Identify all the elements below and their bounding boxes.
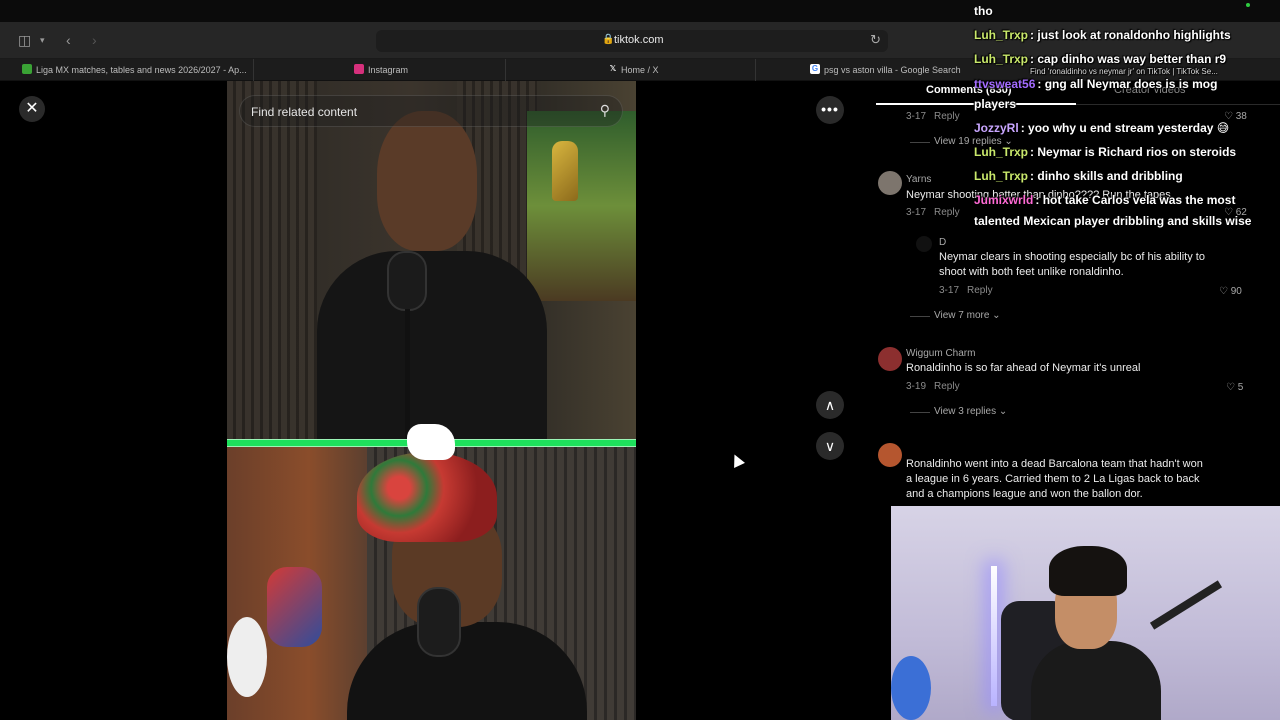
host-body [317,251,547,451]
comment-text: Ronaldinho is so far ahead of Neymar it'… [906,362,1141,374]
chat-username: Luh_Trxp [974,52,1029,66]
microphone [387,251,427,311]
tab-instagram[interactable]: Instagram [254,59,506,81]
football [891,656,931,720]
avatar[interactable] [878,347,902,371]
comment-username[interactable]: Yarns [906,174,931,185]
tab-label: Liga MX matches, tables and news 2026/20… [36,65,247,75]
comment-text: Ronaldinho went into a dead Barcalona te… [906,458,1203,500]
like-count: 90 [1230,286,1242,297]
like-count: 5 [1237,382,1244,393]
comment-text: Neymar clears in shooting especially bc … [939,251,1205,278]
avatar[interactable] [878,443,902,467]
chat-message: Luh_Trxp: just look at ronaldonho highli… [974,28,1231,42]
close-button[interactable]: ✕ [19,96,45,122]
chat-username: Luh_Trxp [974,28,1029,42]
comment-date: 3-17 [906,207,927,218]
tab-label: Instagram [368,65,409,75]
goalkeeper-gloves [267,567,322,647]
chat-message: Jumixwrld: hot take Carlos vela was the … [974,193,1236,207]
chevron-down-icon[interactable]: ▾ [40,32,45,48]
sidebar-toggle-icon[interactable]: ◫ [18,32,31,48]
chat-text: Neymar is Richard rios on steroids [1037,145,1237,159]
football [227,617,267,697]
liga-mx-icon [22,64,32,74]
mic-stand [405,309,410,439]
tab-label: psg vs aston villa - Google Search [824,65,961,75]
lock-icon: 🔒 [602,34,615,45]
avatar[interactable] [916,236,932,252]
video-bottom-frame [227,447,636,720]
divider [910,142,930,143]
comment-username[interactable]: Wiggum Charm [906,348,975,359]
tab-x[interactable]: 𝕏 Home / X [506,59,756,81]
chat-text-continued: players [974,97,1017,111]
chat-username: Luh_Trxp [974,169,1029,183]
chat-message: ttvsweat56: gng all Neymar does is is mo… [974,77,1218,91]
host-head [377,111,477,251]
chat-text: dinho skills and dribbling [1037,169,1183,183]
like-button[interactable]: ♡ 5 [1226,382,1243,393]
streamer-body [1031,641,1161,720]
video-player[interactable]: Find related content ⚲ [227,81,636,720]
streamer-webcam [891,506,1280,720]
view-replies-label: View 3 replies [934,406,997,417]
comment-date: 3-19 [906,381,927,392]
chat-text: just look at ronaldonho highlights [1037,28,1231,42]
view-more-button[interactable]: View 7 more ⌄ [934,310,1001,321]
search-icon[interactable]: ⚲ [600,102,610,119]
comment-date: 3-17 [906,111,927,122]
chat-message: Luh_Trxp: dinho skills and dribbling [974,169,1183,183]
back-icon[interactable]: ‹ [66,32,71,48]
stream-chat-overlay: Luh_Trxp: just look at ronaldonho highli… [970,0,1280,240]
chat-username: Luh_Trxp [974,145,1029,159]
chat-message: Luh_Trxp: Neymar is Richard rios on ster… [974,145,1237,159]
tab-liga-mx[interactable]: Liga MX matches, tables and news 2026/20… [0,59,254,81]
search-placeholder: Find related content [251,105,358,119]
chat-text: hot take Carlos vela was the most [1042,193,1236,207]
mouse-cursor [729,452,745,468]
divider [910,412,930,413]
podcast-host-2 [347,447,587,720]
host-body [347,622,587,720]
forward-icon[interactable]: › [92,32,97,48]
chat-username: ttvsweat56 [974,77,1036,91]
view-replies-button[interactable]: View 3 replies ⌄ [934,406,1007,417]
reply-button[interactable]: Reply [934,381,960,392]
fist-emoji-sticker [407,424,455,460]
reply-button[interactable]: Reply [967,285,993,296]
comment-date: 3-17 [939,285,960,296]
streamer-hair [1049,546,1127,596]
x-icon: 𝕏 [609,64,617,73]
tab-label: Home / X [621,65,659,75]
video-top-frame: Find related content ⚲ [227,81,636,451]
chat-text: yoo why u end stream yesterday 😅 [1028,121,1230,135]
microphone [417,587,461,657]
chat-username: Jumixwrld [974,193,1034,207]
more-options-button[interactable]: ••• [816,96,844,124]
floral-beanie [357,452,497,542]
divider [910,316,930,317]
instagram-icon [354,64,364,74]
find-related-search[interactable]: Find related content ⚲ [239,95,623,127]
chat-text: gng all Neymar does is is mog [1044,77,1218,91]
streamer [1031,546,1161,720]
address-bar[interactable]: 🔒 tiktok.com ↻ [376,30,888,52]
chat-message: JozzyRl: yoo why u end stream yesterday … [974,121,1230,135]
view-more-label: View 7 more [934,310,990,321]
avatar[interactable] [878,171,902,195]
reload-icon[interactable]: ↻ [870,32,881,48]
address-url: tiktok.com [614,34,664,46]
google-icon: G [810,64,820,74]
previous-video-button[interactable]: ∧ [816,391,844,419]
chat-username: JozzyRl [974,121,1019,135]
next-video-button[interactable]: ∨ [816,432,844,460]
comment-username[interactable]: D [939,237,946,248]
golden-boot-trophy [552,141,578,201]
chat-text-continued: talented Mexican player dribbling and sk… [974,214,1252,228]
reply-button[interactable]: Reply [934,207,960,218]
led-light-bar [991,566,997,706]
like-button[interactable]: ♡ 90 [1219,286,1242,297]
reply-button[interactable]: Reply [934,111,960,122]
